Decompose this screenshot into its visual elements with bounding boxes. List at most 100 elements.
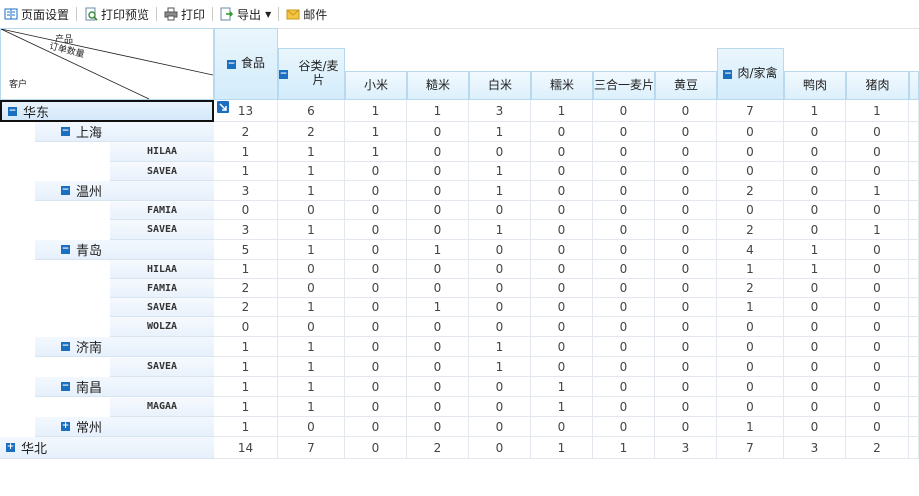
data-cell[interactable]: 1	[278, 220, 345, 240]
data-cell[interactable]: 1	[345, 142, 407, 162]
data-cell[interactable]: 1	[469, 337, 531, 357]
data-cell[interactable]: 0	[407, 142, 469, 162]
column-header-0[interactable]: − 食品	[214, 28, 278, 100]
data-cell[interactable]: 0	[784, 201, 846, 220]
data-cell[interactable]: 4	[717, 240, 784, 260]
data-cell[interactable]: 0	[593, 122, 655, 142]
data-cell[interactable]: 1	[469, 162, 531, 181]
data-cell[interactable]: 0	[407, 122, 469, 142]
data-cell[interactable]: 2	[214, 122, 278, 142]
data-cell[interactable]: 0	[784, 142, 846, 162]
data-cell[interactable]: 0	[655, 162, 717, 181]
data-cell[interactable]: 0	[407, 357, 469, 377]
data-cell[interactable]: 0	[655, 260, 717, 279]
data-cell[interactable]: 0	[345, 201, 407, 220]
collapse-row-icon[interactable]: −	[61, 342, 70, 351]
data-cell[interactable]: 0	[593, 317, 655, 337]
print-preview-button[interactable]: 打印预览	[80, 3, 153, 25]
data-cell[interactable]: 1	[846, 181, 909, 201]
data-cell[interactable]: 0	[593, 397, 655, 417]
data-cell[interactable]: 0	[345, 377, 407, 397]
data-cell[interactable]: 0	[784, 298, 846, 317]
data-cell[interactable]: 0	[345, 298, 407, 317]
data-cell[interactable]: 0	[531, 337, 593, 357]
data-cell[interactable]: 0	[846, 240, 909, 260]
data-cell[interactable]: 0	[593, 279, 655, 298]
data-cell[interactable]: 0	[784, 317, 846, 337]
data-cell[interactable]: 2	[846, 437, 909, 459]
data-cell[interactable]: 0	[655, 100, 717, 122]
data-cell[interactable]: 1	[214, 260, 278, 279]
data-cell[interactable]: 0	[531, 298, 593, 317]
data-cell[interactable]: 0	[593, 260, 655, 279]
data-cell[interactable]: 0	[655, 220, 717, 240]
data-cell[interactable]: 0	[655, 337, 717, 357]
data-cell[interactable]: 0	[655, 279, 717, 298]
data-cell[interactable]: 2	[214, 279, 278, 298]
data-cell[interactable]: 1	[345, 122, 407, 142]
data-cell[interactable]: 0	[278, 201, 345, 220]
column-header-8[interactable]: − 肉/家禽	[717, 48, 784, 100]
data-cell[interactable]: 0	[407, 220, 469, 240]
data-cell[interactable]: 1	[214, 142, 278, 162]
data-cell[interactable]: 1	[278, 142, 345, 162]
data-cell[interactable]: 1	[278, 240, 345, 260]
collapse-row-icon[interactable]: −	[61, 127, 70, 136]
data-cell[interactable]: 1	[407, 298, 469, 317]
data-cell[interactable]: 0	[531, 201, 593, 220]
data-cell[interactable]: 1	[593, 437, 655, 459]
data-cell[interactable]: 0	[655, 317, 717, 337]
data-cell[interactable]: 1	[717, 260, 784, 279]
data-cell[interactable]: 0	[717, 377, 784, 397]
data-cell[interactable]: 0	[469, 317, 531, 337]
data-cell[interactable]: 0	[846, 337, 909, 357]
data-cell[interactable]: 1	[278, 397, 345, 417]
data-cell[interactable]: 0	[593, 162, 655, 181]
data-cell[interactable]: 3	[214, 181, 278, 201]
data-cell[interactable]: 0	[846, 317, 909, 337]
data-cell[interactable]: 0	[593, 100, 655, 122]
data-cell[interactable]: 2	[717, 181, 784, 201]
data-cell[interactable]: 0	[717, 162, 784, 181]
export-dropdown[interactable]: 导出 ▼	[216, 3, 275, 25]
row-header-city[interactable]: − 南昌	[35, 377, 214, 397]
data-cell[interactable]: 0	[407, 417, 469, 437]
row-header-city[interactable]: + 常州	[35, 417, 214, 437]
data-cell[interactable]: 0	[278, 279, 345, 298]
data-cell[interactable]: 0	[214, 317, 278, 337]
row-header-region[interactable]: + 华北	[0, 437, 214, 459]
data-cell[interactable]: 1	[469, 181, 531, 201]
data-cell[interactable]: 0	[469, 142, 531, 162]
collapse-row-icon[interactable]: −	[8, 106, 17, 116]
data-cell[interactable]: 0	[593, 337, 655, 357]
data-cell[interactable]: 0	[784, 357, 846, 377]
data-cell[interactable]: 2	[407, 437, 469, 459]
data-cell[interactable]: 3	[655, 437, 717, 459]
data-cell[interactable]: 7	[717, 100, 784, 122]
data-cell[interactable]: 0	[655, 298, 717, 317]
data-cell[interactable]: 0	[345, 437, 407, 459]
data-cell[interactable]: 1	[214, 357, 278, 377]
data-cell[interactable]: 0	[345, 397, 407, 417]
data-cell[interactable]: 0	[407, 279, 469, 298]
data-cell[interactable]: 0	[846, 122, 909, 142]
data-cell[interactable]: 0	[655, 201, 717, 220]
data-cell[interactable]: 0	[345, 162, 407, 181]
data-cell[interactable]: 6	[278, 100, 345, 122]
data-cell[interactable]: 1	[846, 100, 909, 122]
data-cell[interactable]: 0	[469, 260, 531, 279]
data-cell[interactable]: 0	[407, 201, 469, 220]
row-header-city[interactable]: − 济南	[35, 337, 214, 357]
data-cell[interactable]: 1	[469, 220, 531, 240]
data-cell[interactable]: 0	[784, 397, 846, 417]
data-cell[interactable]: 1	[717, 417, 784, 437]
data-cell[interactable]: 2	[214, 298, 278, 317]
data-cell[interactable]: 1	[214, 417, 278, 437]
data-cell[interactable]: 0	[407, 260, 469, 279]
data-cell[interactable]: 0	[846, 142, 909, 162]
data-cell[interactable]: 0	[593, 298, 655, 317]
row-header-city[interactable]: − 温州	[35, 181, 214, 201]
data-cell[interactable]: 0	[717, 337, 784, 357]
data-cell[interactable]: 0	[345, 279, 407, 298]
data-cell[interactable]: 1	[278, 298, 345, 317]
